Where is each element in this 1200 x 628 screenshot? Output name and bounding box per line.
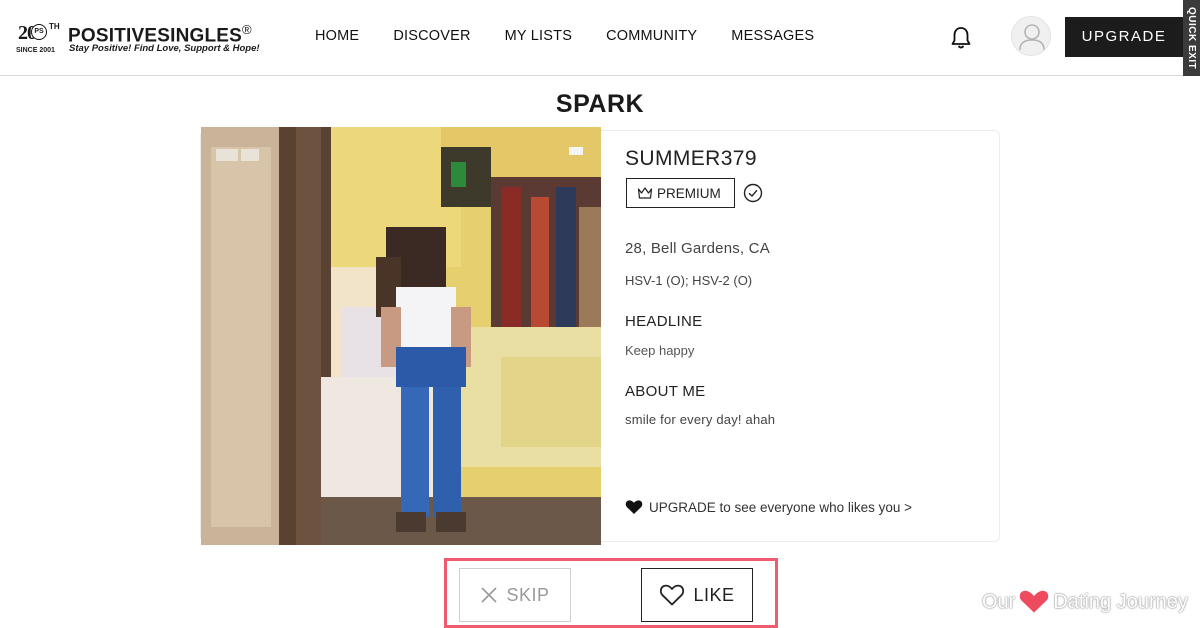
nav-discover[interactable]: DISCOVER xyxy=(393,28,470,44)
main-nav: HOME DISCOVER MY LISTS COMMUNITY MESSAGE… xyxy=(315,28,848,44)
headline-heading: HEADLINE xyxy=(625,313,703,330)
like-button[interactable]: LIKE xyxy=(641,568,753,622)
anniversary-suffix: TH xyxy=(49,22,60,31)
brand-tagline: Stay Positive! Find Love, Support & Hope… xyxy=(69,43,260,54)
heart-outline-icon xyxy=(660,584,685,606)
close-icon xyxy=(481,587,498,603)
skip-label: SKIP xyxy=(506,584,550,605)
profile-card: SUMMER379 PREMIUM 28, Bell Gardens, CA H… xyxy=(200,127,1000,545)
profile-username[interactable]: SUMMER379 xyxy=(625,147,757,171)
watermark-left-text: Our xyxy=(982,590,1016,613)
anniversary-badge: 20 PS TH SINCE 2001 xyxy=(16,22,62,58)
nav-community[interactable]: COMMUNITY xyxy=(606,28,697,44)
upgrade-likes-text: UPGRADE to see everyone who likes you > xyxy=(649,499,912,515)
pixelated-photo-image xyxy=(201,127,601,545)
skip-button[interactable]: SKIP xyxy=(459,568,571,622)
upgrade-button[interactable]: UPGRADE xyxy=(1065,17,1183,57)
like-label: LIKE xyxy=(693,584,735,605)
registered-mark: ® xyxy=(242,22,252,37)
nav-my-lists[interactable]: MY LISTS xyxy=(505,28,572,44)
profile-photo[interactable] xyxy=(201,127,601,545)
page-title: SPARK xyxy=(555,90,645,118)
nav-messages[interactable]: MESSAGES xyxy=(731,28,814,44)
premium-badge-label: PREMIUM xyxy=(657,185,721,201)
about-heading: ABOUT ME xyxy=(625,383,706,400)
profile-location: 28, Bell Gardens, CA xyxy=(625,240,770,257)
heart-icon xyxy=(625,500,643,514)
site-logo[interactable]: 20 PS TH SINCE 2001 POSITIVESINGLES® Sta… xyxy=(16,20,276,60)
watermark-right-text: Dating Journey xyxy=(1053,590,1188,613)
heart-logo-icon xyxy=(1018,588,1051,616)
upgrade-likes-link[interactable]: UPGRADE to see everyone who likes you > xyxy=(625,499,912,515)
action-highlight-box: SKIP LIKE xyxy=(444,558,778,628)
premium-badge: PREMIUM xyxy=(626,178,735,208)
quick-exit-button[interactable]: QUICK EXIT xyxy=(1183,0,1200,76)
top-header: 20 PS TH SINCE 2001 POSITIVESINGLES® Sta… xyxy=(0,0,1200,76)
since-label: SINCE 2001 xyxy=(16,47,55,54)
user-icon xyxy=(1019,24,1045,51)
crown-icon xyxy=(637,187,653,199)
headline-text: Keep happy xyxy=(625,343,695,358)
about-text: smile for every day! ahah xyxy=(625,412,776,427)
profile-status: HSV-1 (O); HSV-2 (O) xyxy=(625,273,753,288)
ps-badge: PS xyxy=(31,24,47,40)
avatar[interactable] xyxy=(1011,16,1051,56)
watermark: Our Dating Journey xyxy=(982,588,1188,616)
bell-icon[interactable] xyxy=(950,26,972,50)
verified-check-icon xyxy=(743,183,763,203)
nav-home[interactable]: HOME xyxy=(315,28,359,44)
profile-info: SUMMER379 PREMIUM 28, Bell Gardens, CA H… xyxy=(625,131,985,543)
